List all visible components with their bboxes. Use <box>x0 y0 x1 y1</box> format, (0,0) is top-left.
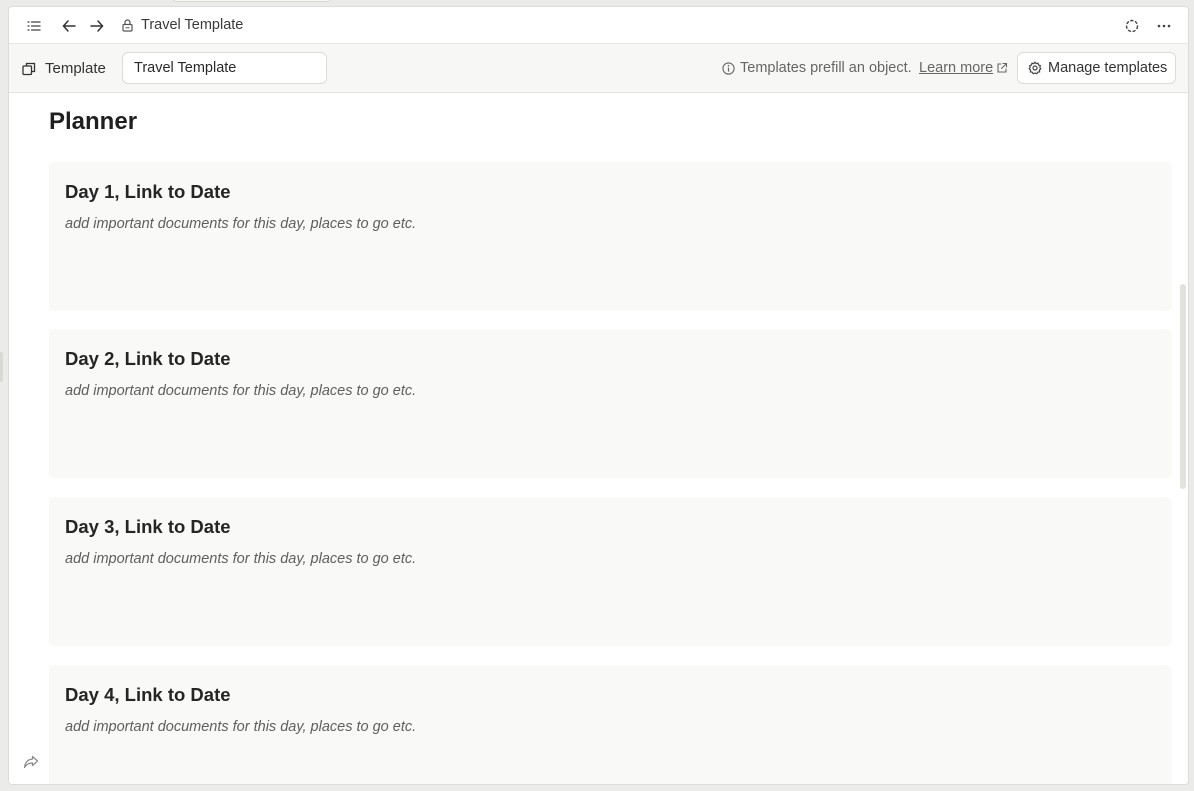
day-description[interactable]: add important documents for this day, pl… <box>65 383 416 399</box>
template-bar: Template Templates prefill an object. Le… <box>9 44 1188 93</box>
day-card[interactable]: Day 1, Link to Date add important docume… <box>49 162 1172 311</box>
manage-templates-label: Manage templates <box>1048 60 1168 76</box>
planner-heading: Planner <box>49 108 138 135</box>
sidebar-resize-handle[interactable] <box>0 352 3 382</box>
more-icon[interactable] <box>1153 15 1175 37</box>
templates-info-text: Templates prefill an object. <box>740 60 912 76</box>
info-icon <box>722 62 735 75</box>
app-window: Travel Template Template Templates prefi… <box>8 6 1189 785</box>
day-description[interactable]: add important documents for this day, pl… <box>65 216 416 232</box>
day-card[interactable]: Day 4, Link to Date add important docume… <box>49 665 1172 784</box>
arrow-right-icon[interactable] <box>86 15 108 37</box>
day-title[interactable]: Day 2, Link to Date <box>65 348 231 370</box>
day-card[interactable]: Day 3, Link to Date add important docume… <box>49 497 1172 646</box>
top-bar: Travel Template <box>9 7 1188 44</box>
day-description[interactable]: add important documents for this day, pl… <box>65 551 416 567</box>
template-label: Template <box>45 60 106 77</box>
external-link-icon <box>997 62 1008 73</box>
day-description[interactable]: add important documents for this day, pl… <box>65 719 416 735</box>
template-name-input[interactable] <box>122 52 327 84</box>
day-title[interactable]: Day 4, Link to Date <box>65 684 231 706</box>
day-title[interactable]: Day 1, Link to Date <box>65 181 231 203</box>
background-tab <box>172 0 332 2</box>
lock-icon <box>120 17 134 33</box>
gear-icon <box>1028 61 1042 75</box>
share-icon[interactable] <box>21 752 41 772</box>
list-icon[interactable] <box>23 15 45 37</box>
learn-more-link[interactable]: Learn more <box>919 60 993 76</box>
vertical-scrollbar[interactable] <box>1180 284 1186 489</box>
template-icon <box>22 62 36 76</box>
page-content: Planner Day 1, Link to Date add importan… <box>9 94 1188 784</box>
sync-icon[interactable] <box>1121 15 1143 37</box>
page-title: Travel Template <box>141 17 244 33</box>
day-card[interactable]: Day 2, Link to Date add important docume… <box>49 329 1172 478</box>
manage-templates-button[interactable]: Manage templates <box>1017 52 1176 84</box>
day-title[interactable]: Day 3, Link to Date <box>65 516 231 538</box>
arrow-left-icon[interactable] <box>58 15 80 37</box>
